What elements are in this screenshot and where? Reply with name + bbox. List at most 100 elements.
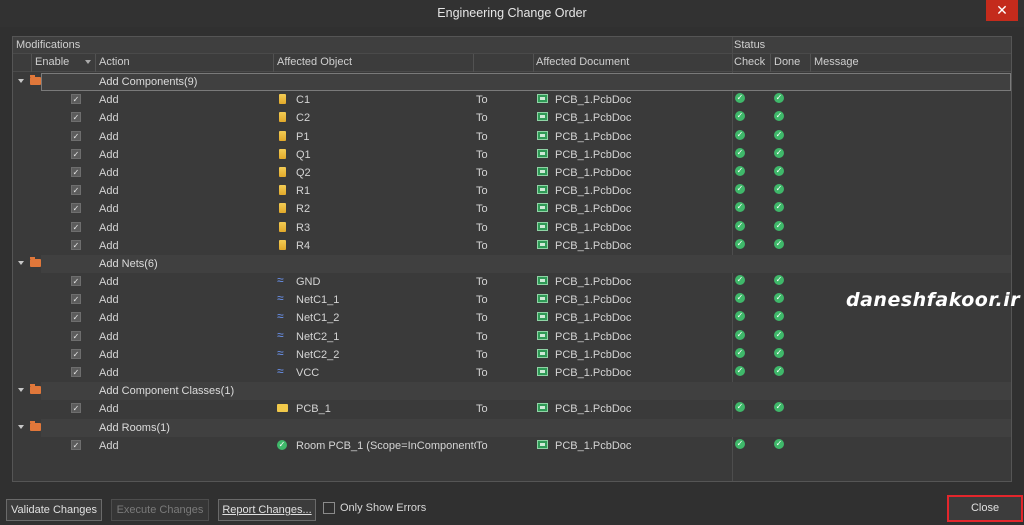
pcb-document-icon — [537, 367, 548, 376]
window-close-icon[interactable]: ✕ — [986, 0, 1018, 21]
action-cell: Add — [99, 239, 119, 252]
enable-checkbox[interactable]: ✓ — [71, 439, 81, 450]
change-row[interactable]: ✓ Add R3 To PCB_1.PcbDoc ✓ ✓ — [13, 219, 1011, 237]
change-row[interactable]: ✓ Add PCB_1 To PCB_1.PcbDoc ✓ ✓ — [13, 400, 1011, 418]
affected-object-cell: R3 — [296, 221, 311, 234]
to-cell: To — [476, 112, 488, 125]
check-status-icon: ✓ — [735, 184, 745, 195]
affected-document-cell: PCB_1.PcbDoc — [555, 166, 632, 179]
message-column-header[interactable]: Message — [814, 56, 859, 68]
component-icon — [279, 166, 286, 177]
changes-grid[interactable]: Modifications Status Enable Action Affec… — [12, 36, 1012, 482]
action-cell: Add — [99, 367, 119, 379]
enable-checkbox[interactable]: ✓ — [71, 148, 81, 159]
check-column-header[interactable]: Check — [734, 56, 765, 68]
enable-checkbox[interactable]: ✓ — [71, 112, 81, 123]
action-cell: Add — [99, 112, 119, 125]
enable-checkbox[interactable]: ✓ — [71, 203, 81, 214]
to-cell: To — [476, 221, 488, 234]
group-row[interactable]: Add Components(9) — [13, 73, 1011, 91]
action-cell: Add — [99, 439, 119, 452]
pcb-document-icon — [537, 312, 548, 322]
group-label: Add Rooms(1) — [99, 421, 170, 434]
enable-checkbox[interactable]: ✓ — [71, 166, 81, 177]
group-row[interactable]: Add Component Classes(1) — [13, 382, 1011, 401]
affected-document-cell: PCB_1.PcbDoc — [555, 312, 632, 325]
enable-checkbox[interactable]: ✓ — [71, 239, 81, 250]
collapse-triangle-icon[interactable] — [18, 260, 24, 265]
component-icon — [279, 94, 286, 105]
enable-checkbox[interactable]: ✓ — [71, 348, 81, 359]
enable-column-header[interactable]: Enable — [35, 56, 69, 68]
change-row[interactable]: ✓ Add R4 To PCB_1.PcbDoc ✓ ✓ — [13, 237, 1011, 255]
action-cell: Add — [99, 276, 119, 289]
enable-checkbox[interactable]: ✓ — [71, 185, 81, 196]
enable-checkbox[interactable]: ✓ — [71, 294, 81, 305]
change-row[interactable]: ✓ Add ≈ NetC1_2 To PCB_1.PcbDoc ✓ ✓ — [13, 309, 1011, 327]
enable-checkbox[interactable]: ✓ — [71, 276, 81, 287]
pcb-document-icon — [537, 239, 548, 249]
report-changes-button[interactable]: Report Changes... — [218, 499, 316, 521]
change-row[interactable]: ✓ Add R2 To PCB_1.PcbDoc ✓ ✓ — [13, 200, 1011, 218]
done-column-header[interactable]: Done — [774, 56, 800, 68]
enable-checkbox[interactable]: ✓ — [71, 367, 81, 377]
done-status-icon: ✓ — [774, 238, 784, 249]
change-row[interactable]: ✓ Add R1 To PCB_1.PcbDoc ✓ ✓ — [13, 182, 1011, 200]
done-status-icon: ✓ — [774, 184, 784, 195]
net-icon: ≈ — [277, 345, 284, 360]
enable-checkbox[interactable]: ✓ — [71, 330, 81, 341]
collapse-triangle-icon[interactable] — [18, 79, 24, 83]
change-row[interactable]: ✓ Add ≈ NetC2_2 To PCB_1.PcbDoc ✓ ✓ — [13, 345, 1011, 364]
change-row[interactable]: ✓ Add ✓ Room PCB_1 (Scope=InComponentCla To P… — [13, 437, 1011, 455]
change-row[interactable]: ✓ Add ≈ VCC To PCB_1.PcbDoc ✓ ✓ — [13, 364, 1011, 382]
enable-checkbox[interactable]: ✓ — [71, 130, 81, 141]
change-row[interactable]: ✓ Add Q1 To PCB_1.PcbDoc ✓ ✓ — [13, 146, 1011, 164]
collapse-triangle-icon[interactable] — [18, 424, 24, 429]
group-label: Add Components(9) — [99, 76, 198, 88]
pcb-document-icon — [537, 148, 548, 158]
group-row[interactable]: Add Rooms(1) — [13, 418, 1011, 437]
enable-checkbox[interactable]: ✓ — [71, 94, 81, 105]
to-cell: To — [476, 94, 488, 107]
only-show-errors-checkbox[interactable] — [323, 502, 335, 514]
enable-filter-icon[interactable] — [85, 60, 91, 64]
execute-changes-button[interactable]: Execute Changes — [111, 499, 209, 521]
enable-checkbox[interactable]: ✓ — [71, 312, 81, 323]
done-status-icon: ✓ — [774, 129, 784, 140]
enable-checkbox[interactable]: ✓ — [71, 403, 81, 414]
action-column-header[interactable]: Action — [99, 56, 130, 68]
affected-document-column-header[interactable]: Affected Document — [536, 56, 629, 68]
enable-checkbox[interactable]: ✓ — [71, 221, 81, 232]
action-cell: Add — [99, 130, 119, 143]
affected-document-cell: PCB_1.PcbDoc — [555, 239, 632, 252]
pcb-document-icon — [537, 203, 548, 213]
affected-object-column-header[interactable]: Affected Object — [277, 56, 352, 68]
check-status-icon: ✓ — [735, 111, 745, 122]
affected-object-cell: R4 — [296, 239, 311, 252]
validate-changes-button[interactable]: Validate Changes — [6, 499, 102, 521]
group-row[interactable]: Add Nets(6) — [13, 254, 1011, 273]
collapse-triangle-icon[interactable] — [18, 388, 24, 393]
done-status-icon: ✓ — [774, 220, 784, 231]
component-icon — [279, 221, 286, 232]
change-row[interactable]: ✓ Add Q2 To PCB_1.PcbDoc ✓ ✓ — [13, 164, 1011, 182]
check-status-icon: ✓ — [735, 438, 745, 449]
check-status-icon: ✓ — [735, 93, 745, 104]
action-cell: Add — [99, 221, 119, 234]
change-row[interactable]: ✓ Add C2 To PCB_1.PcbDoc ✓ ✓ — [13, 109, 1011, 127]
pcb-document-icon — [537, 439, 548, 449]
net-icon: ≈ — [277, 291, 284, 306]
affected-document-cell: PCB_1.PcbDoc — [555, 367, 632, 379]
change-row[interactable]: ✓ Add ≈ NetC2_1 To PCB_1.PcbDoc ✓ ✓ — [13, 328, 1011, 346]
change-row[interactable]: ✓ Add C1 To PCB_1.PcbDoc ✓ ✓ — [13, 91, 1011, 109]
affected-object-cell: VCC — [296, 367, 320, 379]
action-cell: Add — [99, 166, 119, 179]
close-button[interactable]: Close — [947, 495, 1023, 522]
folder-icon — [30, 420, 41, 431]
check-status-icon: ✓ — [735, 147, 745, 158]
pcb-document-icon — [537, 294, 548, 304]
pcb-document-icon — [537, 185, 548, 195]
done-status-icon: ✓ — [774, 293, 784, 304]
title-bar: Engineering Change Order ✕ — [0, 0, 1024, 27]
change-row[interactable]: ✓ Add P1 To PCB_1.PcbDoc ✓ ✓ — [13, 128, 1011, 146]
